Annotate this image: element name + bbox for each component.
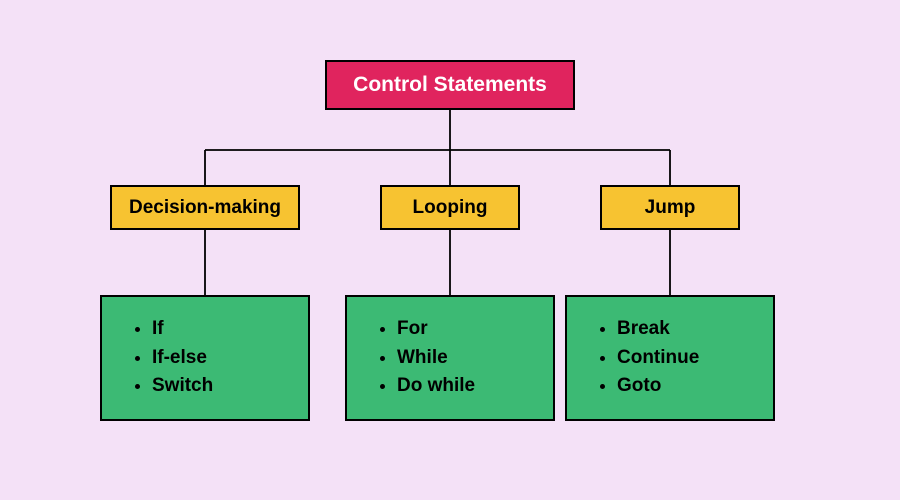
list-item: Continue [617,344,753,373]
items-decision-making: If If-else Switch [100,295,310,421]
list-item: Do while [397,372,533,401]
list-item: For [397,315,533,344]
root-label: Control Statements [353,73,547,97]
list-item: Switch [152,372,288,401]
list-item: If-else [152,344,288,373]
list-item: If [152,315,288,344]
category-jump: Jump [600,185,740,230]
items-jump: Break Continue Goto [565,295,775,421]
list-item: While [397,344,533,373]
category-label: Jump [645,197,696,219]
category-decision-making: Decision-making [110,185,300,230]
items-looping: For While Do while [345,295,555,421]
list-item: Goto [617,372,753,401]
list-item: Break [617,315,753,344]
category-label: Decision-making [129,197,281,219]
root-node: Control Statements [325,60,575,110]
category-looping: Looping [380,185,520,230]
category-label: Looping [413,197,488,219]
